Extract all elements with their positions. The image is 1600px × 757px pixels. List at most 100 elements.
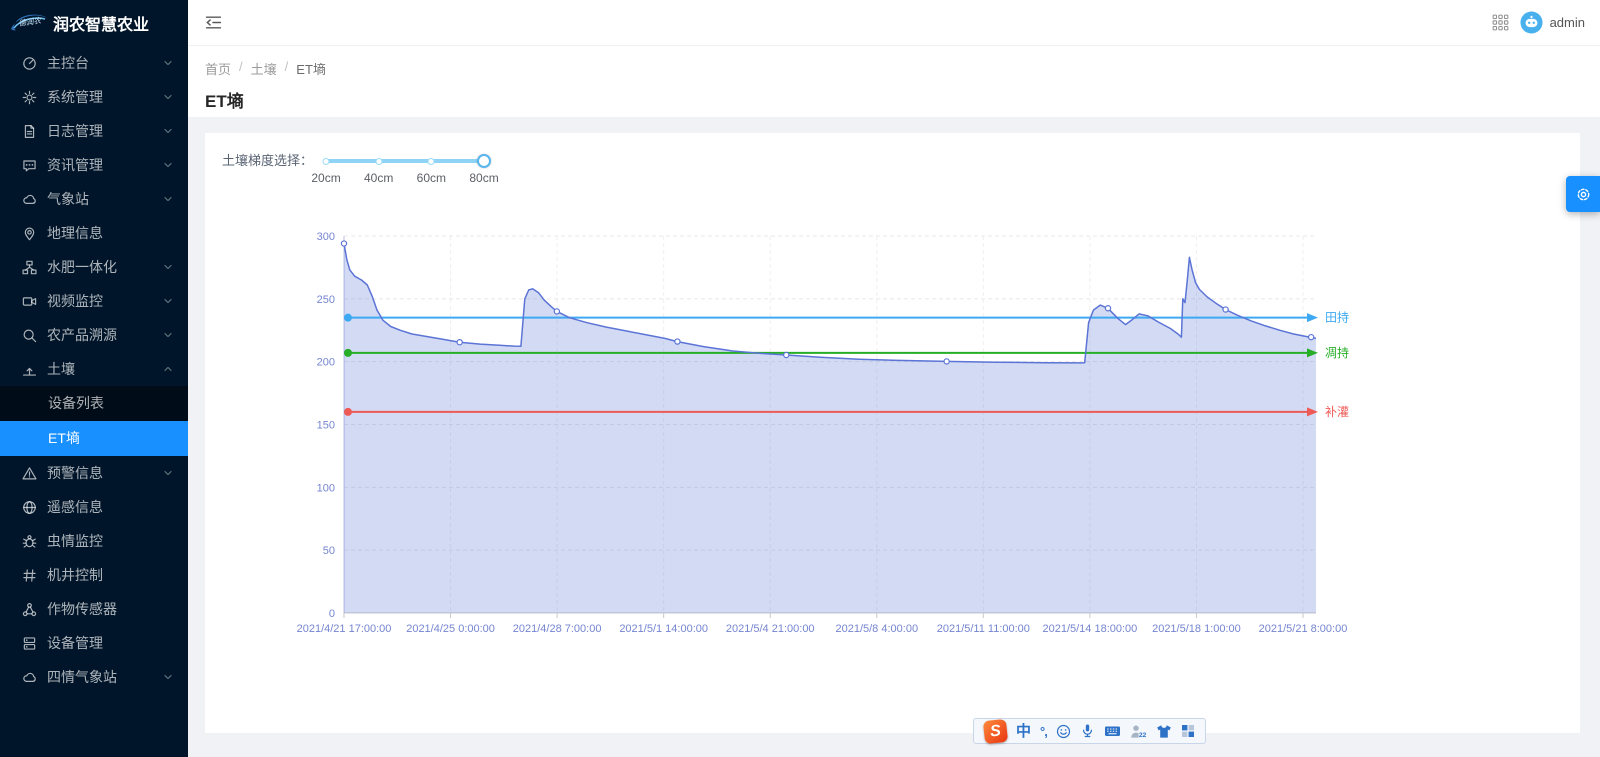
chevron-down-icon [162,329,174,341]
chevron-down-icon [162,261,174,273]
data-point [1105,306,1110,311]
warning-triangle-icon [22,466,37,481]
bug-icon [22,534,37,549]
breadcrumb-separator: / [239,59,243,78]
collapse-sidebar-button[interactable] [205,14,222,31]
sidebar-item-16[interactable]: 四情气象站 [0,660,188,694]
microphone-icon[interactable] [1080,723,1095,739]
apps-grid-icon[interactable] [1492,14,1509,31]
sidebar-item-14[interactable]: 作物传感器 [0,592,188,626]
sidebar-item-8[interactable]: 农产品溯源 [0,318,188,352]
avatar [1520,11,1543,34]
settings-gear-icon [22,90,37,105]
x-axis-label: 2021/4/25 0:00:00 [406,623,495,635]
sidebar-item-label: 预警信息 [47,463,103,483]
sidebar-item-13[interactable]: 机井控制 [0,558,188,592]
sidebar-item-15[interactable]: 设备管理 [0,626,188,660]
x-axis-label: 2021/5/1 14:00:00 [619,623,708,635]
x-axis-label: 2021/4/21 17:00:00 [297,623,392,635]
x-axis-label: 2021/5/8 4:00:00 [835,623,918,635]
user-menu[interactable]: admin [1520,11,1585,34]
sidebar-subitem-9-0[interactable]: 设备列表 [0,386,188,421]
breadcrumb-item[interactable]: 土壤 [251,59,277,78]
reference-line-dot [344,408,352,416]
keyboard-icon[interactable] [1104,724,1121,738]
sidebar: 德润农 润农智慧农业 主控台系统管理日志管理资讯管理气象站地理信息水肥一体化视频… [0,0,188,757]
sidebar-item-label: 地理信息 [47,223,103,243]
logo-swoosh-icon: 德润农 [8,10,48,36]
sidebar-item-3[interactable]: 资讯管理 [0,148,188,182]
sidebar-item-11[interactable]: 遥感信息 [0,490,188,524]
sidebar-item-label: 作物传感器 [47,599,117,619]
data-point [784,352,789,357]
chevron-down-icon [162,671,174,683]
breadcrumb: 首页/土壤/ET墒 [205,59,1600,78]
settings-flyout-button[interactable] [1566,176,1600,212]
chart-card: 土壤梯度选择： 20cm40cm60cm80cm 050100150200250… [205,133,1580,733]
app-logo[interactable]: 德润农 润农智慧农业 [0,0,188,46]
sogou-logo-icon[interactable]: S [984,720,1007,743]
content-area: 土壤梯度选择： 20cm40cm60cm80cm 050100150200250… [188,117,1600,757]
sidebar-item-label: 机井控制 [47,565,103,585]
sidebar-subitem-9-1[interactable]: ET墒 [0,421,188,456]
punctuation-icon[interactable]: °, [1040,725,1047,738]
x-axis-label: 2021/4/28 7:00:00 [513,623,602,635]
weather-cloud-icon [22,670,37,685]
toolbox-icon[interactable] [1181,724,1195,738]
chevron-up-icon [162,363,174,375]
news-chat-icon [22,158,37,173]
sidebar-item-0[interactable]: 主控台 [0,46,188,80]
chevron-down-icon [162,125,174,137]
map-pin-icon [22,226,37,241]
y-axis-label: 0 [329,608,335,620]
data-point [1309,335,1314,340]
svg-text:德润农: 德润农 [18,16,43,28]
data-point [1223,307,1228,312]
sidebar-item-label: 水肥一体化 [47,257,117,277]
sidebar-item-label: 土壤 [47,359,75,379]
sidebar-item-12[interactable]: 虫情监控 [0,524,188,558]
skin-icon[interactable] [1156,724,1172,739]
sidebar-item-1[interactable]: 系统管理 [0,80,188,114]
sidebar-item-10[interactable]: 预警信息 [0,456,188,490]
sidebar-menu: 主控台系统管理日志管理资讯管理气象站地理信息水肥一体化视频监控农产品溯源土壤设备… [0,46,188,694]
sidebar-item-label: 遥感信息 [47,497,103,517]
reference-line-dot [344,349,352,357]
sidebar-item-label: 系统管理 [47,87,103,107]
y-axis-label: 300 [317,231,335,243]
water-fertilizer-icon [22,260,37,275]
ime-toolbar: S中 °, 22 [973,718,1206,744]
sidebar-item-label: 日志管理 [47,121,103,141]
sidebar-item-label: 农产品溯源 [47,325,117,345]
sidebar-item-label: 气象站 [47,189,89,209]
sidebar-item-label: 四情气象站 [47,667,117,687]
reference-line-dot [344,314,352,322]
sidebar-item-9[interactable]: 土壤 [0,352,188,386]
reference-line-label: 凋持 [1325,345,1349,360]
sidebar-item-2[interactable]: 日志管理 [0,114,188,148]
sidebar-item-6[interactable]: 水肥一体化 [0,250,188,284]
x-axis-label: 2021/5/18 1:00:00 [1152,623,1241,635]
y-axis-label: 250 [317,294,335,306]
x-axis-label: 2021/5/14 18:00:00 [1042,623,1137,635]
emoji-icon[interactable] [1056,724,1071,739]
data-point [554,309,559,314]
y-axis-label: 100 [317,482,335,494]
x-axis-label: 2021/5/11 11:00:00 [937,623,1030,635]
reference-line-arrow [1307,313,1318,322]
chinese-mode-icon[interactable]: 中 [1016,724,1031,739]
gear-icon [1575,186,1592,203]
data-point [457,340,462,345]
breadcrumb-item: ET墒 [296,59,326,78]
globe-icon [22,500,37,515]
chevron-down-icon [162,57,174,69]
user-count-icon[interactable]: 22 [1130,724,1147,739]
username: admin [1550,15,1585,30]
reference-line-label: 补灌 [1325,405,1349,419]
sidebar-item-4[interactable]: 气象站 [0,182,188,216]
page-title: ET墒 [205,87,1600,112]
sidebar-item-5[interactable]: 地理信息 [0,216,188,250]
sidebar-item-7[interactable]: 视频监控 [0,284,188,318]
chevron-down-icon [162,467,174,479]
breadcrumb-item[interactable]: 首页 [205,59,231,78]
